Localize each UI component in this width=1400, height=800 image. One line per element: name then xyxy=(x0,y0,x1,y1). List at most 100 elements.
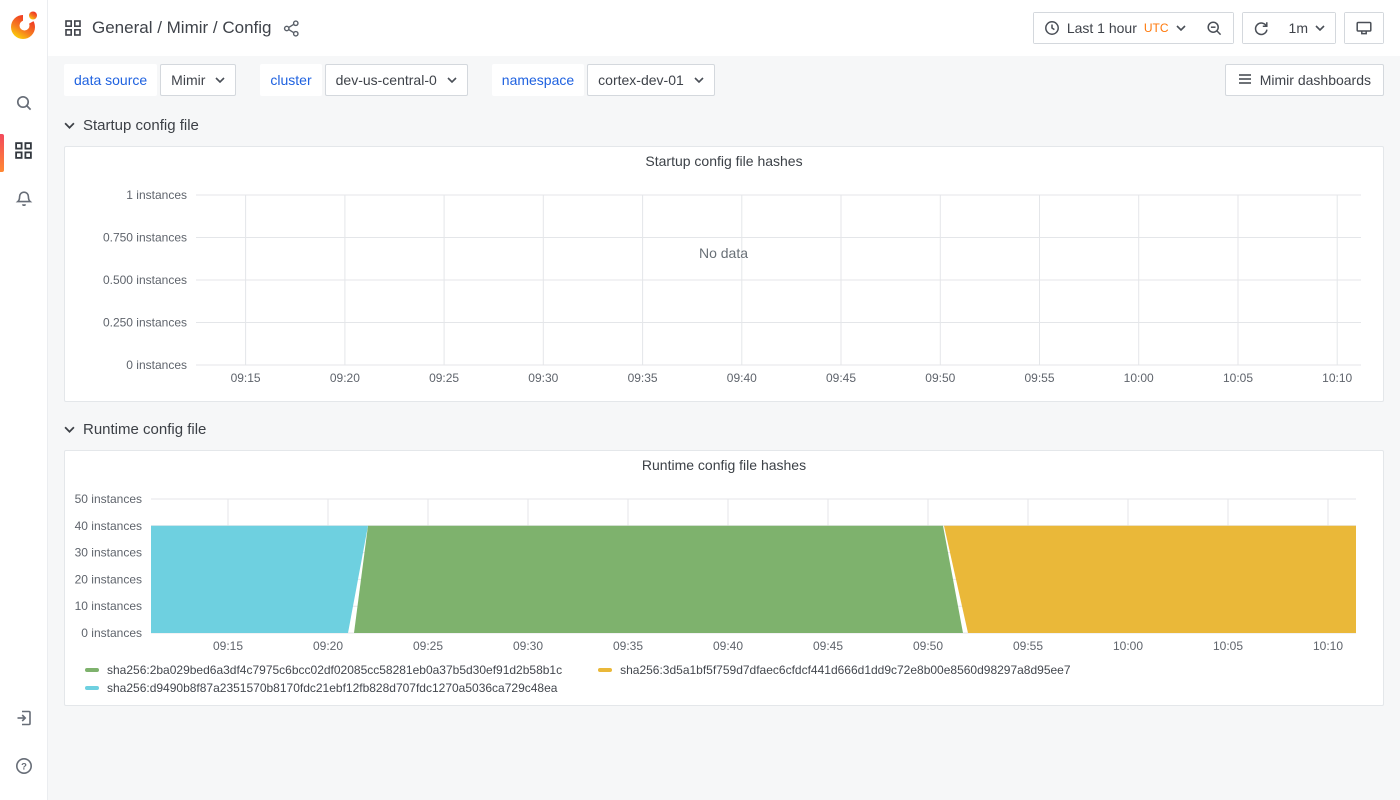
refresh-interval-label: 1m xyxy=(1289,20,1308,36)
mimir-dashboards-button[interactable]: Mimir dashboards xyxy=(1225,64,1384,96)
legend-label: sha256:3d5a1bf5f759d7dfaec6cfdcf441d666d… xyxy=(620,663,1070,677)
legend-label: sha256:2ba029bed6a3df4c7975c6bcc02df0208… xyxy=(107,663,562,677)
refresh-icon xyxy=(1253,20,1269,36)
sidebar-item-help[interactable]: ? xyxy=(0,744,48,792)
chart-runtime-config-hashes: 09:1509:2009:2509:3009:3509:4009:4509:50… xyxy=(65,451,1383,705)
legend: sha256:2ba029bed6a3df4c7975c6bcc02df0208… xyxy=(85,661,1245,697)
x-tick-label: 10:00 xyxy=(1113,639,1143,653)
panel-title[interactable]: Runtime config file hashes xyxy=(65,457,1383,473)
refresh-button[interactable] xyxy=(1243,13,1279,43)
variable-value-dropdown[interactable]: Mimir xyxy=(160,64,236,96)
variable-value: dev-us-central-0 xyxy=(336,72,437,88)
y-tick-label: 0 instances xyxy=(81,626,142,640)
chevron-down-icon xyxy=(64,122,75,129)
y-tick-label: 30 instances xyxy=(75,546,142,560)
kiosk-mode-button[interactable] xyxy=(1345,13,1383,43)
dashboard-header: General / Mimir / Config Last 1 hour UTC xyxy=(48,0,1400,56)
help-icon: ? xyxy=(14,756,34,781)
series-area xyxy=(354,526,963,633)
help-glyph: ? xyxy=(21,761,27,772)
chevron-down-icon xyxy=(64,426,75,433)
sidebar-item-alerting[interactable] xyxy=(0,177,48,225)
x-tick-label: 09:30 xyxy=(513,639,543,653)
x-tick-label: 09:15 xyxy=(231,371,261,385)
x-tick-label: 09:40 xyxy=(727,371,757,385)
time-controls-group: Last 1 hour UTC xyxy=(1033,12,1234,44)
series-area xyxy=(151,526,368,633)
dashboard-grid: Startup config file Startup config file … xyxy=(48,104,1400,718)
zoom-out-button[interactable] xyxy=(1196,13,1233,43)
y-tick-label: 0 instances xyxy=(126,358,187,372)
variable-value: cortex-dev-01 xyxy=(598,72,684,88)
legend-item[interactable]: sha256:2ba029bed6a3df4c7975c6bcc02df0208… xyxy=(85,661,562,679)
sidebar-nav-bottom: ? xyxy=(0,696,48,792)
x-tick-label: 09:35 xyxy=(613,639,643,653)
refresh-interval-picker[interactable]: 1m xyxy=(1279,13,1335,43)
x-tick-label: 10:05 xyxy=(1213,639,1243,653)
y-tick-label: 0.250 instances xyxy=(103,316,187,330)
chart-canvas[interactable]: 09:1509:2009:2509:3009:3509:4009:4509:50… xyxy=(65,147,1382,401)
x-tick-label: 09:40 xyxy=(713,639,743,653)
panel-title[interactable]: Startup config file hashes xyxy=(65,153,1383,169)
x-tick-label: 09:45 xyxy=(813,639,843,653)
chevron-down-icon xyxy=(447,77,457,83)
mimir-dashboards-label: Mimir dashboards xyxy=(1260,72,1371,88)
legend-item[interactable]: sha256:d9490b8f87a2351570b8170fdc21ebf12… xyxy=(85,679,557,697)
row-header-runtime-config[interactable]: Runtime config file xyxy=(64,414,1384,444)
sidebar-item-dashboards[interactable] xyxy=(0,129,48,177)
x-tick-label: 09:25 xyxy=(429,371,459,385)
chevron-down-icon xyxy=(1315,25,1325,31)
sidebar-item-search[interactable] xyxy=(0,81,48,129)
x-tick-label: 10:05 xyxy=(1223,371,1253,385)
row-title: Startup config file xyxy=(83,117,199,134)
y-tick-label: 40 instances xyxy=(75,519,142,533)
grafana-logo[interactable] xyxy=(7,9,41,43)
x-tick-label: 09:25 xyxy=(413,639,443,653)
row-title: Runtime config file xyxy=(83,421,206,438)
x-tick-label: 09:55 xyxy=(1013,639,1043,653)
kiosk-monitor-icon xyxy=(1355,19,1373,37)
bell-icon xyxy=(14,189,34,214)
variable-cluster: cluster dev-us-central-0 xyxy=(260,64,467,96)
header-toolbar: Last 1 hour UTC xyxy=(1033,12,1384,44)
variable-value-dropdown[interactable]: dev-us-central-0 xyxy=(325,64,468,96)
x-tick-label: 09:50 xyxy=(925,371,955,385)
kiosk-group xyxy=(1344,12,1384,44)
submenu: data source Mimir cluster dev-us-central… xyxy=(48,56,1400,104)
sidebar: ? xyxy=(0,0,48,800)
grafana-logo-icon xyxy=(7,9,41,43)
x-tick-label: 10:00 xyxy=(1124,371,1154,385)
sidebar-item-sign-in[interactable] xyxy=(0,696,48,744)
time-range-picker[interactable]: Last 1 hour UTC xyxy=(1034,13,1196,43)
chart-startup-config-hashes: 09:1509:2009:2509:3009:3509:4009:4509:50… xyxy=(65,147,1383,401)
variable-datasource: data source Mimir xyxy=(64,64,236,96)
variable-value-dropdown[interactable]: cortex-dev-01 xyxy=(587,64,715,96)
x-tick-label: 09:30 xyxy=(528,371,558,385)
variable-label: cluster xyxy=(260,64,321,96)
sidebar-nav-top xyxy=(0,81,48,225)
dashboard-title[interactable]: General / Mimir / Config xyxy=(92,18,272,38)
legend-item[interactable]: sha256:3d5a1bf5f759d7dfaec6cfdcf441d666d… xyxy=(598,661,1070,679)
x-tick-label: 10:10 xyxy=(1313,639,1343,653)
chevron-down-icon xyxy=(215,77,225,83)
row-header-startup-config[interactable]: Startup config file xyxy=(64,110,1384,140)
series-area xyxy=(944,526,1356,633)
share-icon[interactable] xyxy=(282,19,301,38)
search-icon xyxy=(14,93,34,118)
sign-in-icon xyxy=(14,708,34,733)
y-tick-label: 0.500 instances xyxy=(103,273,187,287)
legend-swatch-icon xyxy=(85,686,99,690)
x-tick-label: 09:20 xyxy=(313,639,343,653)
x-tick-label: 10:10 xyxy=(1322,371,1352,385)
legend-swatch-icon xyxy=(85,668,99,672)
clock-icon xyxy=(1044,20,1060,36)
legend-label: sha256:d9490b8f87a2351570b8170fdc21ebf12… xyxy=(107,681,557,695)
variable-namespace: namespace cortex-dev-01 xyxy=(492,64,715,96)
y-tick-label: 50 instances xyxy=(75,492,142,506)
time-range-label: Last 1 hour xyxy=(1067,20,1137,36)
panel-runtime-config-hashes: Runtime config file hashes 09:15 09:20 09:… xyxy=(64,450,1384,706)
x-tick-label: 09:15 xyxy=(213,639,243,653)
app-root: ? General / Mimir / Config Last 1 xyxy=(0,0,1400,800)
x-tick-label: 09:35 xyxy=(628,371,658,385)
chevron-down-icon xyxy=(694,77,704,83)
